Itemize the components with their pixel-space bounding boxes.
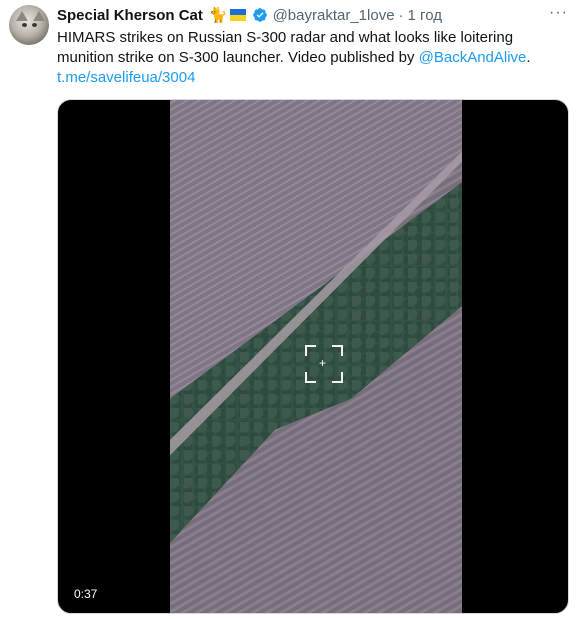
mention-link[interactable]: @BackAndAlive: [419, 49, 527, 66]
crosshair-icon: +: [319, 356, 327, 370]
author-emoji: 🐈: [208, 7, 228, 24]
more-icon[interactable]: ···: [549, 4, 568, 22]
avatar[interactable]: [9, 5, 49, 45]
author-handle[interactable]: @bayraktar_1love: [273, 7, 395, 24]
tweet-timestamp[interactable]: 1 год: [408, 7, 442, 24]
video-frame[interactable]: +: [170, 100, 462, 613]
video-duration: 0:37: [74, 587, 98, 601]
video-player[interactable]: + 0:37: [57, 99, 569, 614]
avatar-eye: [22, 23, 27, 27]
tweet-body-end: .: [526, 49, 531, 66]
avatar-ear: [16, 11, 28, 21]
separator-dot: ·: [398, 6, 404, 24]
telegram-link[interactable]: t.me/savelifeua/3004: [57, 69, 195, 86]
tweet-text: HIMARS strikes on Russian S-300 radar an…: [57, 28, 569, 88]
targeting-reticle: +: [305, 345, 343, 383]
author-name[interactable]: Special Kherson Cat: [57, 7, 203, 24]
verified-badge-icon: [252, 7, 268, 23]
avatar-ear: [33, 11, 45, 21]
tweet-header: Special Kherson Cat 🐈 @bayraktar_1love ·…: [57, 5, 442, 25]
avatar-eye: [32, 23, 37, 27]
ukraine-flag-icon: [229, 9, 246, 21]
